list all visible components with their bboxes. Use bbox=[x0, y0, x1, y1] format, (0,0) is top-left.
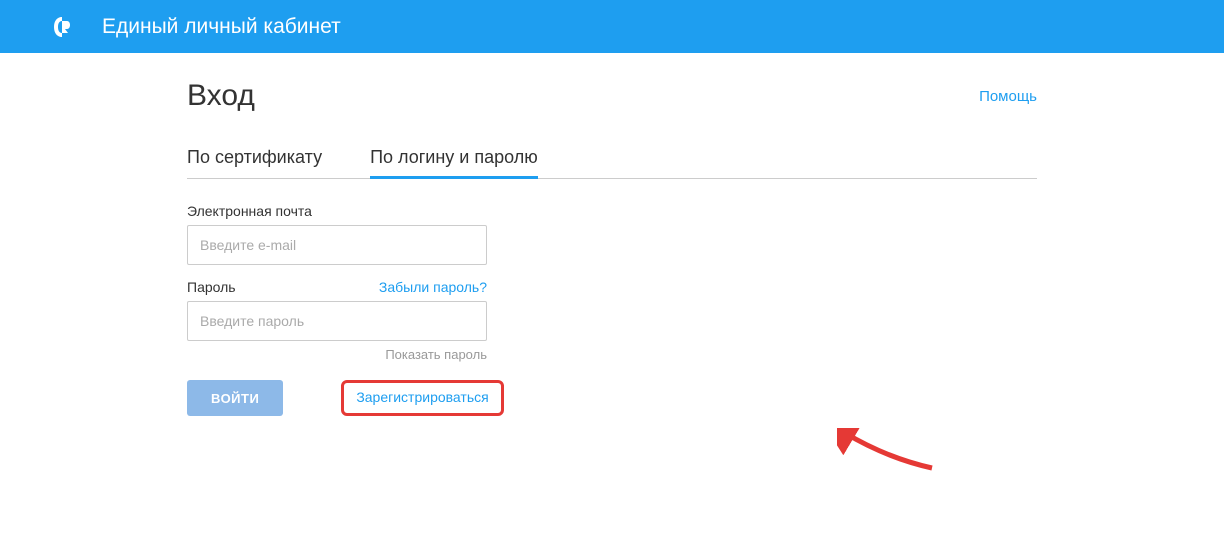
tabs: По сертификату По логину и паролю bbox=[187, 147, 1037, 179]
password-label: Пароль bbox=[187, 279, 236, 295]
register-highlight: Зарегистрироваться bbox=[341, 380, 503, 416]
show-password-toggle[interactable]: Показать пароль bbox=[187, 347, 487, 362]
password-input[interactable] bbox=[187, 301, 487, 341]
email-label: Электронная почта bbox=[187, 203, 312, 219]
header-title: Единый личный кабинет bbox=[102, 15, 341, 39]
forgot-password-link[interactable]: Забыли пароль? bbox=[379, 279, 487, 295]
header: Единый личный кабинет bbox=[0, 0, 1224, 53]
tab-login-password[interactable]: По логину и паролю bbox=[370, 147, 538, 178]
register-link[interactable]: Зарегистрироваться bbox=[356, 389, 488, 405]
annotation-arrow-icon bbox=[837, 428, 937, 478]
email-input[interactable] bbox=[187, 225, 487, 265]
help-link[interactable]: Помощь bbox=[979, 88, 1037, 105]
login-button[interactable]: ВОЙТИ bbox=[187, 380, 283, 416]
page-title: Вход bbox=[187, 79, 255, 113]
logo-icon bbox=[50, 15, 74, 39]
tab-certificate[interactable]: По сертификату bbox=[187, 147, 322, 178]
login-form: Электронная почта Пароль Забыли пароль? … bbox=[187, 203, 487, 416]
